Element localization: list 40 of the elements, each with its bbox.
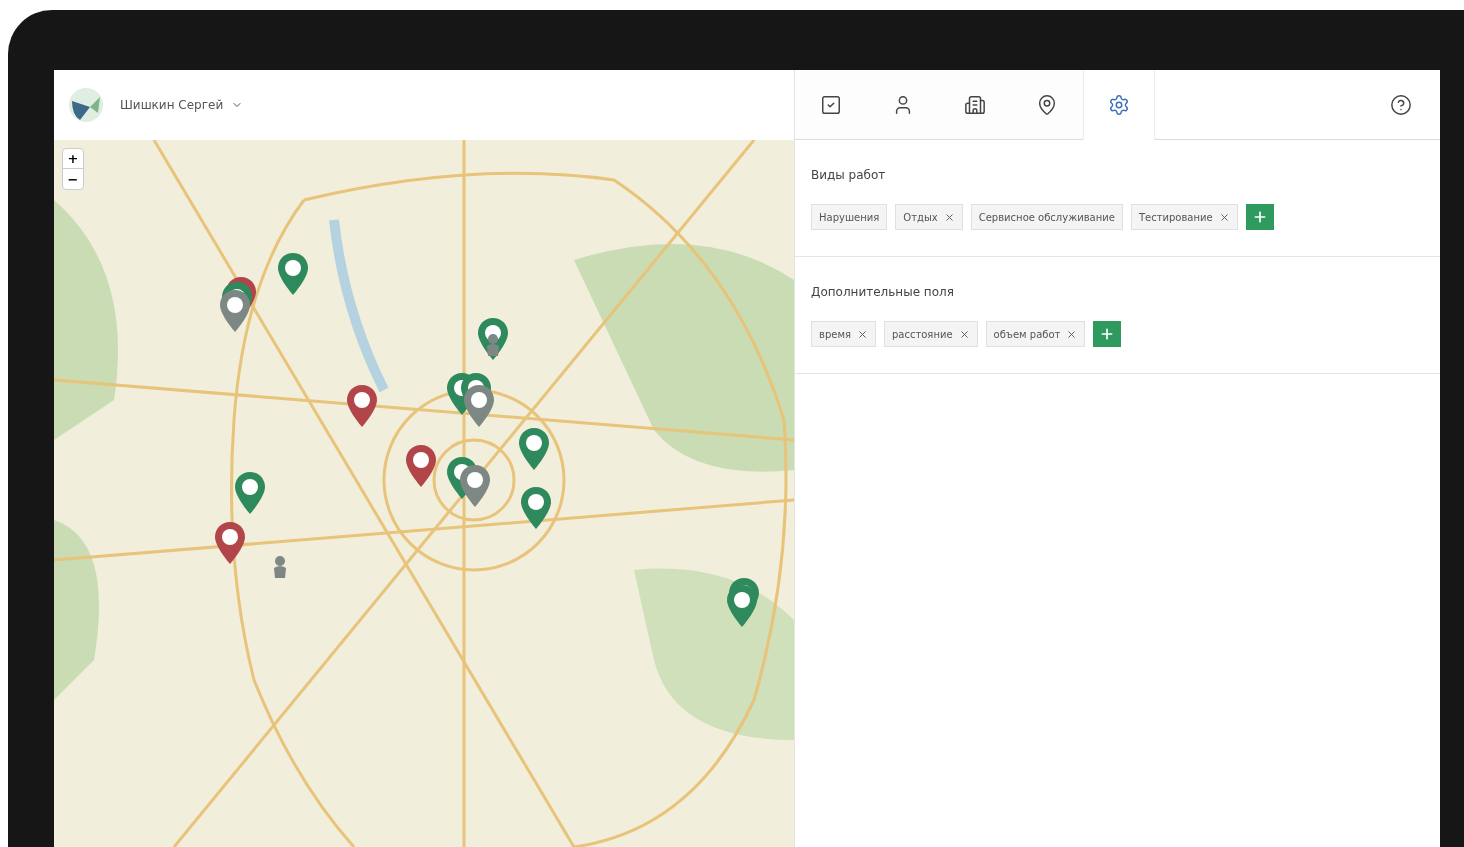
person-marker-icon[interactable]: [273, 556, 287, 580]
add-button[interactable]: [1245, 204, 1274, 230]
tag-label: Нарушения: [819, 210, 880, 225]
remove-icon[interactable]: [943, 211, 955, 223]
section-title: Виды работ: [811, 167, 887, 184]
map-pin-icon[interactable]: [520, 486, 552, 530]
settings-icon: [1108, 94, 1130, 116]
location-pin-icon: [1036, 93, 1058, 116]
zoom-out-button[interactable]: −: [63, 169, 83, 189]
pin-cluster-drawing[interactable]: [446, 456, 491, 508]
map-pin-icon[interactable]: [346, 384, 378, 428]
remove-icon[interactable]: [856, 328, 868, 340]
pin-cluster-drawing[interactable]: [726, 577, 760, 628]
tag-label: Тестирование: [1138, 210, 1213, 225]
pin-cluster-drawing[interactable]: [446, 372, 495, 428]
logo-icon: [68, 87, 104, 123]
person-marker-icon[interactable]: [486, 334, 500, 358]
tab[interactable]: [1083, 70, 1155, 140]
tag-label: время: [819, 327, 851, 342]
map-pin-icon[interactable]: [518, 427, 550, 471]
user-menu[interactable]: Шишкин Сергей: [120, 96, 244, 114]
remove-icon[interactable]: [1218, 211, 1230, 223]
building-icon: [964, 93, 986, 116]
section-title: Дополнительные поля: [811, 284, 955, 301]
remove-icon[interactable]: [958, 328, 970, 340]
map-pin-icon[interactable]: [234, 471, 266, 515]
map-view[interactable]: + −: [54, 140, 794, 847]
help-icon[interactable]: [1390, 93, 1412, 116]
tag-label: Сервисное обслуживание: [978, 210, 1115, 225]
tag-label: расстояние: [891, 327, 953, 342]
checkbox-icon: [820, 93, 842, 116]
pin-cluster-drawing[interactable]: [219, 276, 257, 333]
map-pin-icon[interactable]: [277, 252, 309, 296]
remove-icon[interactable]: [1066, 328, 1078, 340]
map-pin-icon[interactable]: [214, 521, 246, 565]
add-button[interactable]: [1093, 321, 1122, 347]
map-pin-icon[interactable]: [405, 444, 437, 488]
tag-label: объем работ: [993, 327, 1061, 342]
tag-label: Отдых: [903, 210, 938, 225]
zoom-in-button[interactable]: +: [63, 149, 83, 169]
